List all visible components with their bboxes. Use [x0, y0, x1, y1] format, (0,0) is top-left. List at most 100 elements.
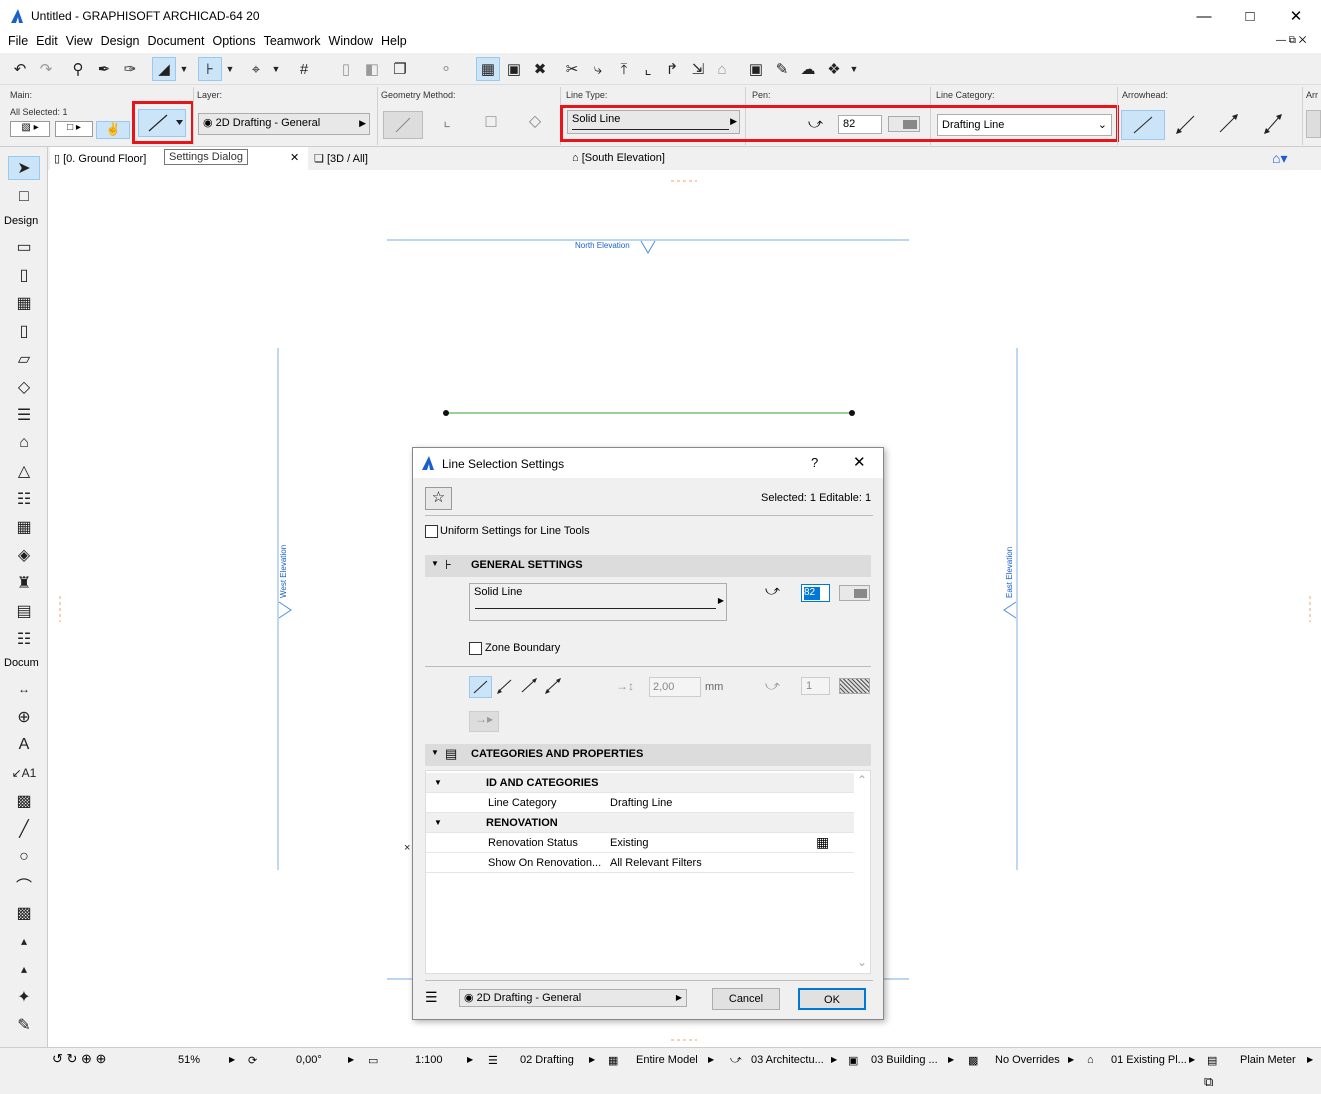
mvo-value[interactable]: 03 Building ... [871, 1054, 938, 1066]
arrow-end-icon[interactable] [518, 676, 540, 698]
arrow-end-icon[interactable] [1212, 110, 1246, 140]
marquee-tool-icon[interactable]: □ [8, 185, 40, 209]
zone-boundary-checkbox[interactable] [469, 642, 482, 655]
object-tool-icon[interactable]: ♜ [8, 571, 40, 595]
cancel-button[interactable]: Cancel [712, 988, 780, 1010]
spline-tool-icon[interactable]: ⌒ [8, 873, 40, 897]
cross-icon[interactable]: ✖ [528, 57, 552, 81]
line-tool-icon[interactable]: ╱ [8, 817, 40, 841]
scroll-up-icon[interactable]: ⌃ [857, 773, 867, 787]
group-row[interactable]: ▼ ID AND CATEGORIES [426, 773, 854, 793]
overrides-value[interactable]: No Overrides [995, 1054, 1060, 1066]
menu-view[interactable]: View [62, 32, 97, 48]
zoom-value[interactable]: 51% [178, 1054, 200, 1066]
angle-value[interactable]: 0,00° [296, 1054, 322, 1066]
snap-guides-icon[interactable]: ⊦ [198, 57, 222, 81]
favorites-star-button[interactable]: ☆ [425, 487, 452, 510]
zoom-icons[interactable]: ↺ ↻ ⊕ ⊕ [52, 1051, 106, 1067]
pen-set-value[interactable]: 03 Architectu... [751, 1054, 824, 1066]
roof-icon[interactable]: ⌂ [710, 57, 734, 81]
doc-window-controls[interactable]: — ⧉ ✕ [1276, 35, 1306, 46]
circle-tool-icon[interactable]: ○ [8, 845, 40, 869]
redo-icon[interactable]: ↷ [34, 57, 58, 81]
railing-tool-icon[interactable]: ☷ [8, 627, 40, 651]
wall-tool-icon[interactable]: ▭ [8, 235, 40, 259]
general-settings-header[interactable]: ▼ ⊦ GENERAL SETTINGS [425, 555, 871, 577]
mesh-tool-icon[interactable]: ☷ [8, 487, 40, 511]
help-button[interactable]: ? [811, 455, 818, 470]
trim-icon[interactable]: ✂ [560, 57, 584, 81]
renovation-value[interactable]: 01 Existing Pl... [1111, 1054, 1187, 1066]
geometry-rect-icon[interactable]: □ [476, 111, 506, 139]
scale-value[interactable]: 1:100 [415, 1054, 443, 1066]
layers-icon[interactable]: ▯ [334, 57, 358, 81]
fillet-icon[interactable]: ⌞ [636, 57, 660, 81]
arrow-size-field[interactable]: 2,00 [649, 677, 701, 697]
fill-tool-icon[interactable]: ▩ [8, 789, 40, 813]
pen-field[interactable]: 82 [801, 584, 830, 602]
offset-icon[interactable]: ↱ [660, 57, 684, 81]
layers-alt-icon[interactable]: ◧ [360, 57, 384, 81]
east-elevation-marker[interactable]: East Elevation [1005, 547, 1014, 598]
menu-teamwork[interactable]: Teamwork [260, 32, 325, 48]
dropdown-icon[interactable]: ▼ [178, 57, 190, 81]
edit-icon[interactable]: ✎ [770, 57, 794, 81]
morph-tool-icon[interactable]: ◈ [8, 543, 40, 567]
figure-tool-icon[interactable]: ▩ [8, 901, 40, 925]
tab-south-elevation[interactable]: ⌂ [South Elevation] [568, 147, 822, 170]
undo-icon[interactable]: ↶ [8, 57, 32, 81]
menu-file[interactable]: File [4, 32, 32, 48]
resize-icon[interactable]: ⇲ [686, 57, 710, 81]
arrow-none-icon[interactable] [469, 676, 492, 698]
layer-field[interactable]: ◉ 2D Drafting - General ▶ [198, 113, 370, 135]
roof-tool-icon[interactable]: ⌂ [8, 431, 40, 455]
menu-window[interactable]: Window [325, 32, 377, 48]
north-elevation-marker[interactable]: North Elevation [575, 241, 630, 250]
dropdown-icon[interactable]: ▼ [270, 57, 282, 81]
close-tab-icon[interactable]: ✕ [290, 151, 299, 164]
dimension-value[interactable]: Plain Meter [1240, 1054, 1296, 1066]
coordinates-icon[interactable]: ⌖ [244, 57, 268, 81]
arrow-tool-icon[interactable]: ➤ [8, 156, 40, 180]
arrow-start-icon[interactable] [494, 676, 516, 698]
menu-design[interactable]: Design [97, 32, 144, 48]
grid-icon[interactable]: # [292, 57, 316, 81]
arrow-fill-swatch[interactable] [839, 678, 870, 694]
ok-button[interactable]: OK [798, 988, 866, 1010]
level-dimension-tool-icon[interactable]: ⊕ [8, 705, 40, 729]
beam-tool-icon[interactable]: ▱ [8, 347, 40, 371]
drawing-tool-icon[interactable]: ✎ [8, 1013, 40, 1037]
door-tool-icon[interactable]: ▯ [8, 263, 40, 287]
selection-icon[interactable]: ▧ ▸ [10, 121, 50, 137]
geometry-polyline-icon[interactable]: ⌞ [432, 111, 462, 139]
arrow-start-icon[interactable] [1168, 110, 1202, 140]
explode-icon[interactable]: ▣ [744, 57, 768, 81]
arrow-both-icon[interactable] [542, 676, 564, 698]
adjust-icon[interactable]: ⤒ [612, 57, 636, 81]
publish-icon[interactable]: ☁ [796, 57, 820, 81]
curtain-wall-tool-icon[interactable]: ▦ [8, 515, 40, 539]
model-value[interactable]: Entire Model [636, 1054, 698, 1066]
layer-combo-value[interactable]: 02 Drafting [520, 1054, 574, 1066]
find-select-icon[interactable]: ⚲ [66, 57, 90, 81]
label-tool-icon[interactable]: ↙A1 [8, 761, 40, 785]
scroll-down-icon[interactable]: ⌄ [857, 955, 867, 969]
tab-3d[interactable]: ❏ [3D / All] [310, 147, 564, 170]
dimension-tool-icon[interactable]: ↔ [8, 677, 40, 701]
dropdown-icon[interactable]: ▼ [224, 57, 236, 81]
marquee-icon[interactable]: □ ▸ [55, 121, 93, 137]
lock-icon[interactable]: ⚬ [434, 57, 458, 81]
arrow-none-icon[interactable] [1121, 110, 1165, 140]
pen-color-swatch[interactable] [839, 585, 870, 601]
minimize-button[interactable]: — [1181, 0, 1227, 32]
suspend-groups-icon[interactable]: ▦ [476, 57, 500, 81]
favorites-icon[interactable]: ✌ [96, 121, 130, 139]
intersect-icon[interactable]: ⤷ [586, 57, 610, 81]
menu-options[interactable]: Options [208, 32, 259, 48]
table-row[interactable]: Renovation Status Existing ▦ [426, 833, 854, 853]
window-switch-icon[interactable]: ⧉ [1204, 1074, 1213, 1090]
pick-up-icon[interactable]: ✒ [92, 57, 116, 81]
maximize-button[interactable]: □ [1227, 0, 1273, 32]
dialog-close-button[interactable]: ✕ [853, 453, 866, 471]
text-tool-icon[interactable]: A [8, 733, 40, 757]
